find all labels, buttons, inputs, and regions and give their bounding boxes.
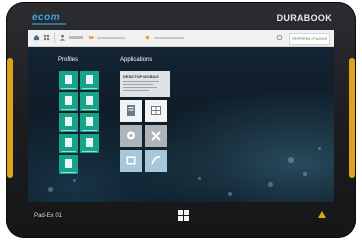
top-toolbar: PEPPERL+FUCHS [28,30,334,47]
document-icon [127,105,135,116]
ecom-logo: ecom [32,12,61,23]
pepperl-fuchs-logo: PEPPERL+FUCHS [289,33,330,45]
profile-tile[interactable] [59,134,78,153]
app-tile-browser[interactable] [145,150,167,172]
applications-title: Applications [120,57,153,63]
profile-tile[interactable] [59,71,78,90]
right-bumper [349,58,355,178]
toolbar-divider [54,33,55,43]
app-tile-media[interactable] [120,150,142,172]
app-tile-sheet[interactable] [145,100,167,122]
profile-tile[interactable] [80,134,99,153]
profile-tile[interactable] [80,92,99,111]
profile-tile[interactable] [80,113,99,132]
screen: PEPPERL+FUCHS Profiles Applications DESK… [28,30,334,202]
app-tile-tools[interactable] [145,125,167,147]
wifi-icon [145,35,150,40]
battery-icon [88,36,95,39]
profiles-title: Profiles [58,57,79,63]
ecom-logo-underline [32,23,66,25]
tools-icon [151,131,161,141]
durabook-logo: DURABOOK [276,13,332,23]
device-model-label: Pad-Ex 01 [34,213,63,219]
desktop-mobile-tile[interactable]: DESKTOP MOBILE [120,71,170,97]
toolbar-status-text-2 [154,37,184,39]
home-icon[interactable] [33,34,40,41]
toolbar-placeholder-text [69,36,83,39]
left-bumper [7,58,13,178]
media-icon [126,156,136,165]
sync-icon[interactable] [276,34,283,41]
toolbar-status-text [97,37,125,39]
app-tile-documents[interactable] [120,100,142,122]
user-icon[interactable] [59,34,66,41]
spreadsheet-icon [151,106,161,115]
swoosh-icon [151,156,161,165]
profile-tile[interactable] [59,155,78,174]
profile-tile[interactable] [59,113,78,132]
gear-icon [127,131,135,140]
windows-icon[interactable] [178,210,189,221]
desktop-mobile-title: DESKTOP MOBILE [123,74,159,79]
start-screen: Profiles Applications DESKTOP MOBILE [28,47,334,202]
profile-tile[interactable] [80,71,99,90]
profile-tile[interactable] [59,92,78,111]
grid-icon[interactable] [43,34,50,41]
atex-icon [318,211,326,218]
app-tile-settings[interactable] [120,125,142,147]
